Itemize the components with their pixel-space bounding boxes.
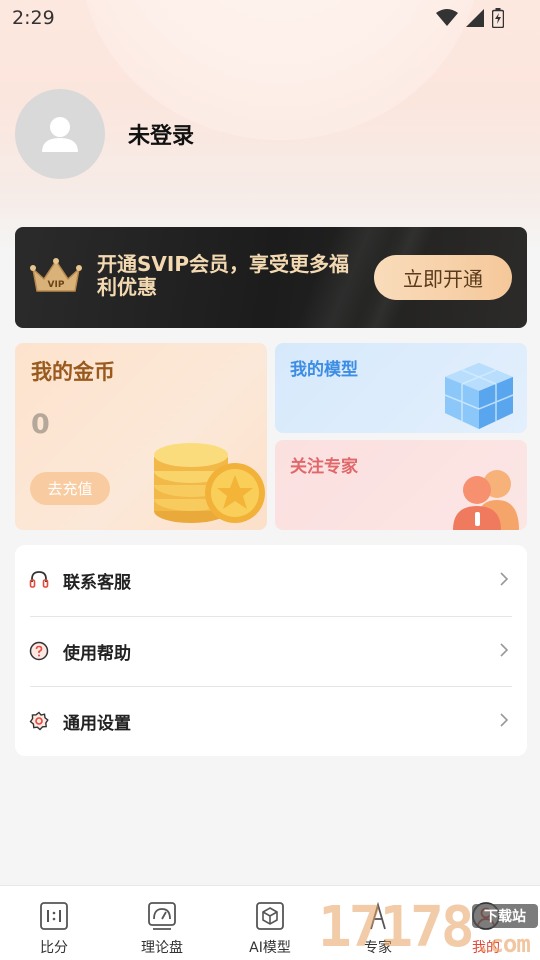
tab-score[interactable]: 比分 [0,886,108,960]
experts-illustration-icon [453,470,519,530]
status-icons [436,8,504,28]
coins-icon [154,443,265,523]
menu-item-label: 联系客服 [63,572,131,593]
models-title: 我的模型 [290,360,358,380]
coins-title: 我的金币 [31,360,115,384]
open-vip-button[interactable]: 立即开通 [374,255,512,300]
menu-item-label: 使用帮助 [63,643,131,664]
headset-icon [29,570,49,590]
cube-icon [255,901,285,931]
tab-label: 理论盘 [141,940,183,956]
battery-icon [492,8,504,28]
status-bar: 2:29 [0,0,540,36]
menu-item-help[interactable]: 使用帮助 [15,616,527,686]
tab-ai-model[interactable]: AI模型 [216,886,324,960]
score-icon [39,901,69,931]
chevron-right-icon [500,713,509,727]
menu-item-contact-support[interactable]: 联系客服 [15,545,527,615]
gear-icon [29,711,49,731]
vip-title: 开通SVIP会员，享受更多福利优惠 [97,252,349,299]
signal-icon [466,9,484,27]
wifi-icon [436,9,458,26]
vip-banner[interactable]: VIP 开通SVIP会员，享受更多福利优惠 立即开通 [15,227,527,328]
crown-icon: VIP [30,258,82,292]
tab-label: AI模型 [249,940,291,956]
my-models-card[interactable]: 我的模型 [275,343,527,433]
watermark: 17178 下载站 .com [316,896,540,960]
watermark-text: 17178 [318,895,475,960]
cube-illustration-icon [444,363,514,429]
menu-item-general-settings[interactable]: 通用设置 [15,686,527,756]
user-silhouette-icon [42,117,78,152]
username-label[interactable]: 未登录 [128,118,194,150]
status-time: 2:29 [12,7,55,29]
watermark-suffix: .com [476,930,531,958]
recharge-button[interactable]: 去充值 [30,472,110,505]
follow-experts-card[interactable]: 关注专家 [275,440,527,530]
settings-menu: 联系客服 使用帮助 通用设置 [15,545,527,756]
chevron-right-icon [500,572,509,586]
chevron-right-icon [500,643,509,657]
watermark-badge: 下载站 [472,904,538,928]
help-icon [29,641,49,661]
tab-theory[interactable]: 理论盘 [108,886,216,960]
avatar[interactable] [15,89,105,179]
experts-title: 关注专家 [290,457,358,477]
coins-value: 0 [31,409,50,440]
gauge-icon [147,901,177,931]
menu-item-label: 通用设置 [63,713,131,734]
vip-badge-text: VIP [48,280,65,290]
tab-label: 比分 [40,940,68,956]
my-coins-card[interactable]: 我的金币 0 去充值 [15,343,267,530]
